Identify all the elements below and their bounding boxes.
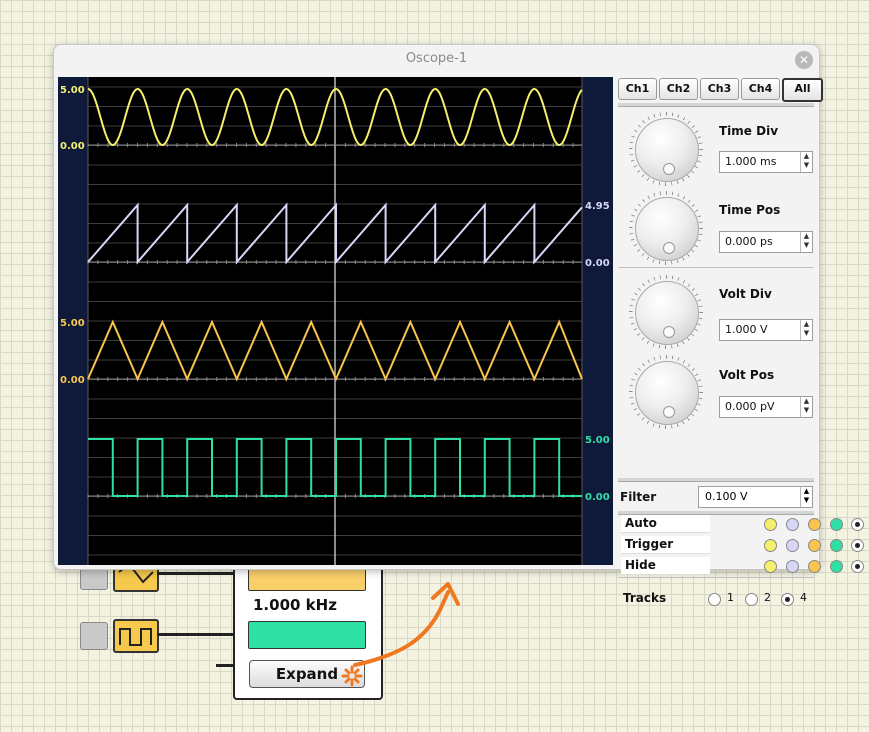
volt-div-value: 1.000 V [725, 323, 768, 336]
trigger-ch4-toggle[interactable] [830, 539, 843, 552]
volt-div-label: Volt Div [719, 287, 772, 301]
knob-indicator [663, 163, 675, 175]
close-icon[interactable]: ✕ [795, 51, 813, 69]
control-panel: Ch1 Ch2 Ch3 Ch4 All Time Div 1.000 ms ▲ ▼… [614, 77, 864, 606]
spin-arrows-icon[interactable]: ▲ ▼ [800, 232, 812, 252]
volt-pos-knob[interactable] [635, 361, 699, 425]
auto-ch1-toggle[interactable] [764, 518, 777, 531]
square-source-icon [113, 619, 159, 653]
tracks-radio-2[interactable] [745, 593, 758, 606]
wire [216, 664, 233, 667]
tracks-radio-4[interactable] [781, 593, 794, 606]
filter-spinbox[interactable]: 0.100 V ▲ ▼ [698, 486, 813, 508]
row-label-auto: Auto [621, 515, 710, 533]
auto-ch2-toggle[interactable] [786, 518, 799, 531]
scale-label-ch3-bottom: 0.00 [60, 375, 85, 386]
row-label-hide: Hide [621, 557, 710, 575]
channel-tabs: Ch1 Ch2 Ch3 Ch4 All [618, 78, 825, 102]
tracks-label: Tracks [623, 591, 667, 605]
hide-ch1-toggle[interactable] [764, 560, 777, 573]
time-pos-label: Time Pos [719, 203, 781, 217]
hide-ch3-toggle[interactable] [808, 560, 821, 573]
scale-label-ch2-bottom: 0.00 [585, 258, 610, 269]
filter-value: 0.100 V [705, 490, 748, 503]
tab-ch4[interactable]: Ch4 [741, 78, 780, 100]
tracks-radio-1[interactable] [708, 593, 721, 606]
frequency-label: 1.000 kHz [253, 596, 337, 614]
auto-all-toggle[interactable] [851, 518, 864, 531]
tracks-option-1: 1 [727, 591, 734, 604]
spin-arrows-icon[interactable]: ▲ ▼ [800, 487, 812, 507]
trigger-ch1-toggle[interactable] [764, 539, 777, 552]
time-div-knob[interactable] [635, 118, 699, 182]
arrow-annotation-icon [341, 582, 460, 687]
oscilloscope-window[interactable]: Oscope-1 ✕ 5.00 0.00 4.95 0.00 5.00 0.00 5.00 0… [53, 44, 864, 606]
volt-div-spinbox[interactable]: 1.000 V ▲ ▼ [719, 319, 813, 341]
knob-indicator [663, 406, 675, 418]
filter-label: Filter [620, 490, 657, 504]
trigger-all-toggle[interactable] [851, 539, 864, 552]
auto-ch4-toggle[interactable] [830, 518, 843, 531]
trigger-ch3-toggle[interactable] [808, 539, 821, 552]
trigger-ch2-toggle[interactable] [786, 539, 799, 552]
scale-label-ch4-top: 5.00 [585, 435, 610, 446]
scale-label-ch3-top: 5.00 [60, 318, 85, 329]
hide-ch2-toggle[interactable] [786, 560, 799, 573]
tracks-option-2: 2 [764, 591, 771, 604]
volt-pos-spinbox[interactable]: 0.000 pV ▲ ▼ [719, 396, 813, 418]
tab-ch2[interactable]: Ch2 [659, 78, 698, 100]
knob-indicator [663, 326, 675, 338]
time-div-value: 1.000 ms [725, 155, 777, 168]
row-label-trigger: Trigger [621, 536, 710, 554]
spin-arrows-icon[interactable]: ▲ ▼ [800, 397, 812, 417]
scale-label-ch1-top: 5.00 [60, 85, 85, 96]
window-title: Oscope-1 [405, 51, 468, 66]
scale-label-ch4-bottom: 0.00 [585, 492, 610, 503]
wire [157, 633, 233, 636]
title-bar[interactable]: Oscope-1 ✕ [54, 45, 819, 73]
tab-ch1[interactable]: Ch1 [618, 78, 657, 100]
auto-ch3-toggle[interactable] [808, 518, 821, 531]
divider [618, 478, 814, 482]
divider [618, 577, 814, 578]
time-pos-knob[interactable] [635, 197, 699, 261]
spin-arrows-icon[interactable]: ▲ ▼ [800, 320, 812, 340]
tab-underline [618, 103, 814, 107]
divider [618, 267, 814, 268]
volt-pos-label: Volt Pos [719, 368, 775, 382]
volt-pos-value: 0.000 pV [725, 400, 775, 413]
time-div-spinbox[interactable]: 1.000 ms ▲ ▼ [719, 151, 813, 173]
knob-indicator [663, 242, 675, 254]
wire [157, 572, 233, 575]
volt-div-knob[interactable] [635, 281, 699, 345]
tracks-option-4: 4 [800, 591, 807, 604]
time-pos-value: 0.000 ps [725, 235, 773, 248]
tab-ch3[interactable]: Ch3 [700, 78, 739, 100]
probe-toggle-square[interactable] [80, 622, 108, 650]
time-pos-spinbox[interactable]: 0.000 ps ▲ ▼ [719, 231, 813, 253]
tab-all[interactable]: All [782, 78, 823, 102]
hide-all-toggle[interactable] [851, 560, 864, 573]
spin-arrows-icon[interactable]: ▲ ▼ [800, 152, 812, 172]
time-div-label: Time Div [719, 124, 779, 138]
scope-display[interactable]: 5.00 0.00 4.95 0.00 5.00 0.00 5.00 0.00 [58, 77, 613, 565]
scale-label-ch2-top: 4.95 [585, 201, 610, 212]
hide-ch4-toggle[interactable] [830, 560, 843, 573]
scale-label-ch1-bottom: 0.00 [60, 141, 85, 152]
